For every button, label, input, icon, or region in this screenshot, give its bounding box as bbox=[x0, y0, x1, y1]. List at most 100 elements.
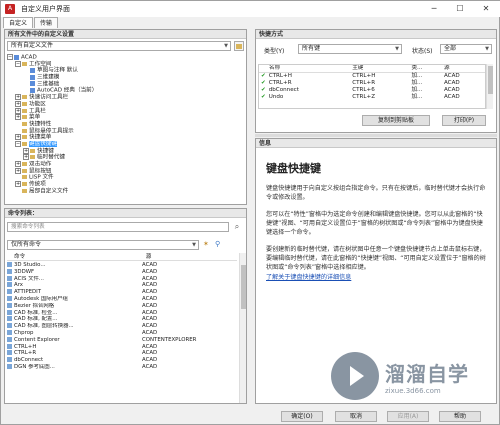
new-command-icon[interactable]: ✶ bbox=[203, 240, 212, 250]
expand-icon[interactable]: + bbox=[15, 94, 21, 101]
expand-icon[interactable]: + bbox=[15, 114, 21, 121]
tree-node[interactable]: + 双击动作 bbox=[7, 161, 244, 168]
customization-file-dropdown[interactable]: 所有自定义文件 ▼ bbox=[7, 41, 231, 51]
title-bar: A 自定义用户界面 ─ ☐ ✕ bbox=[1, 1, 500, 17]
open-file-button[interactable] bbox=[234, 41, 244, 51]
command-source: ACAD bbox=[142, 309, 158, 316]
command-row[interactable]: CAD 标准, 配置... ACAD bbox=[7, 316, 237, 323]
command-icon bbox=[7, 295, 12, 301]
command-row[interactable]: Arx ACAD bbox=[7, 282, 237, 289]
command-source: ACAD bbox=[142, 295, 158, 302]
command-row[interactable]: ACIS 文件... ACAD bbox=[7, 275, 237, 283]
tree-node[interactable]: 三维基础 bbox=[7, 81, 244, 88]
tree-node[interactable]: − ACAD bbox=[7, 54, 244, 61]
info-paragraph-1: 键盘快捷键用于向自定义按组合指定命令。只有在按键后，临时替代键才会执行命令或修改… bbox=[266, 185, 486, 201]
expand-icon[interactable]: + bbox=[15, 181, 21, 188]
tree-node[interactable]: + 工具栏 bbox=[7, 107, 244, 115]
shortcut-name-cell: ✔ CTRL+R bbox=[259, 80, 350, 87]
command-row[interactable]: ATTIPEDIT ACAD bbox=[7, 289, 237, 296]
command-row[interactable]: Autodesk 国际用户组 ACAD bbox=[7, 295, 237, 303]
tab-transfer[interactable]: 传输 bbox=[34, 17, 59, 28]
print-button[interactable]: 打印(P) bbox=[442, 115, 486, 126]
command-list-scrollbar[interactable] bbox=[239, 253, 246, 403]
learn-more-link[interactable]: 了解关于键盘快捷键的详细信息 bbox=[266, 274, 351, 281]
expand-icon[interactable]: + bbox=[15, 161, 21, 167]
tree-node[interactable]: + 菜单 bbox=[7, 114, 244, 121]
command-row[interactable]: CTRL+R ACAD bbox=[7, 350, 237, 357]
command-row[interactable]: Content Explorer CONTENTEXPLORER bbox=[7, 336, 237, 344]
command-row[interactable]: Chprop ACAD bbox=[7, 329, 237, 337]
tree-node[interactable]: 局部自定义文件 bbox=[7, 188, 244, 195]
tree-node[interactable]: AutoCAD 经典（当前） bbox=[7, 87, 244, 94]
tree-node[interactable]: 快捷特性 bbox=[7, 121, 244, 128]
shortcut-row[interactable]: ✔ Undo CTRL+Z 加... ACAD bbox=[259, 94, 485, 101]
tree-node[interactable]: + 传统项 bbox=[7, 181, 244, 188]
find-replace-icon[interactable]: ⚲ bbox=[215, 240, 224, 250]
tree-node-label: 快速访问工具栏 bbox=[29, 94, 69, 101]
command-icon bbox=[7, 357, 12, 363]
source-column-header[interactable]: 源 bbox=[146, 254, 152, 260]
search-icon[interactable]: ⌕ bbox=[232, 222, 242, 232]
panel-splitter[interactable] bbox=[255, 134, 497, 137]
command-row[interactable]: CTRL+H ACAD bbox=[7, 343, 237, 351]
tree-node[interactable]: 鼠标悬停工具提示 bbox=[7, 128, 244, 135]
command-column-header[interactable]: 命令 bbox=[7, 253, 144, 261]
tree-node-label: 菜单 bbox=[29, 114, 41, 121]
shortcut-status-dropdown[interactable]: 全部 ▼ bbox=[440, 44, 492, 54]
scrollbar-thumb[interactable] bbox=[241, 265, 246, 309]
scrollbar-thumb[interactable] bbox=[488, 66, 493, 94]
shortcut-row[interactable]: ✔ dbConnect CTRL+6 加... ACAD bbox=[259, 87, 485, 94]
ok-button[interactable]: 确定(O) bbox=[281, 411, 323, 422]
tree-node[interactable]: + 功能区 bbox=[7, 100, 244, 108]
tab-customize[interactable]: 自定义 bbox=[3, 17, 34, 28]
tree-node[interactable]: LISP 文件 bbox=[7, 174, 244, 181]
tree-node[interactable]: + 快捷菜单 bbox=[7, 134, 244, 141]
expand-icon[interactable]: + bbox=[15, 167, 21, 174]
minimize-button[interactable]: ─ bbox=[421, 1, 447, 17]
shortcuts-scrollbar[interactable] bbox=[486, 64, 493, 109]
expand-icon[interactable]: + bbox=[23, 154, 29, 161]
command-row[interactable]: DGN 参考底图... ACAD bbox=[7, 363, 237, 371]
tree-node[interactable]: + 临时替代键 bbox=[7, 154, 244, 161]
tree-node[interactable]: 草图与注释 默认 bbox=[7, 67, 244, 74]
shortcut-row[interactable]: ✔ CTRL+H CTRL+H 加... ACAD bbox=[259, 73, 485, 81]
collapse-icon[interactable]: − bbox=[7, 54, 13, 60]
tree-node[interactable]: − 工作空间 bbox=[7, 60, 244, 68]
maximize-button[interactable]: ☐ bbox=[447, 1, 473, 17]
source-column-header[interactable]: 源 bbox=[442, 65, 485, 73]
collapse-icon[interactable]: − bbox=[15, 60, 21, 67]
shortcut-type-dropdown[interactable]: 所有键 ▼ bbox=[298, 44, 402, 54]
expand-icon[interactable]: + bbox=[23, 147, 29, 154]
tree-node-label: 快捷特性 bbox=[29, 121, 52, 128]
expand-icon[interactable]: + bbox=[15, 107, 21, 114]
command-row[interactable]: 3DDWF ACAD bbox=[7, 268, 237, 276]
type-column-header[interactable]: 类... bbox=[409, 65, 441, 73]
close-button[interactable]: ✕ bbox=[473, 1, 499, 17]
expand-icon[interactable]: + bbox=[15, 100, 21, 107]
command-row[interactable]: Bezier 拟合网格 ACAD bbox=[7, 302, 237, 310]
command-filter-dropdown[interactable]: 仅所有命令 ▼ bbox=[7, 240, 199, 250]
command-row[interactable]: 3D Studio... ACAD bbox=[7, 262, 237, 269]
command-row[interactable]: dbConnect ACAD bbox=[7, 357, 237, 364]
collapse-icon[interactable]: − bbox=[15, 140, 21, 147]
tree-node[interactable]: + 快速访问工具栏 bbox=[7, 94, 244, 101]
tree-node[interactable]: − 键盘快捷键 bbox=[7, 140, 244, 148]
shortcut-source: ACAD bbox=[443, 73, 460, 79]
apply-button[interactable]: 应用(A) bbox=[387, 411, 429, 422]
command-row[interactable]: CAD 标准, 图层转换器... ACAD bbox=[7, 323, 237, 330]
key-column-header[interactable]: 主键 bbox=[350, 65, 409, 73]
shortcut-row[interactable]: ✔ CTRL+R CTRL+R 加... ACAD bbox=[259, 80, 485, 87]
tree-node[interactable]: + 鼠标按钮 bbox=[7, 167, 244, 175]
chevron-down-icon: ▼ bbox=[485, 46, 489, 52]
command-name: Autodesk 国际用户组 bbox=[14, 295, 68, 302]
expand-icon[interactable]: + bbox=[15, 134, 21, 141]
cancel-button[interactable]: 取消 bbox=[335, 411, 377, 422]
name-column-header[interactable]: 名称 bbox=[259, 65, 350, 73]
help-button[interactable]: 帮助 bbox=[439, 411, 481, 422]
command-row[interactable]: CAD 标准, 检查... ACAD bbox=[7, 309, 237, 317]
tree-node[interactable]: 三维建模 bbox=[7, 74, 244, 81]
folder-icon bbox=[22, 61, 27, 66]
tree-node[interactable]: + 快捷键 bbox=[7, 147, 244, 155]
copy-to-clipboard-button[interactable]: 复制到剪贴板 bbox=[362, 115, 430, 126]
command-search-input[interactable]: 搜索命令列表 bbox=[7, 222, 229, 232]
